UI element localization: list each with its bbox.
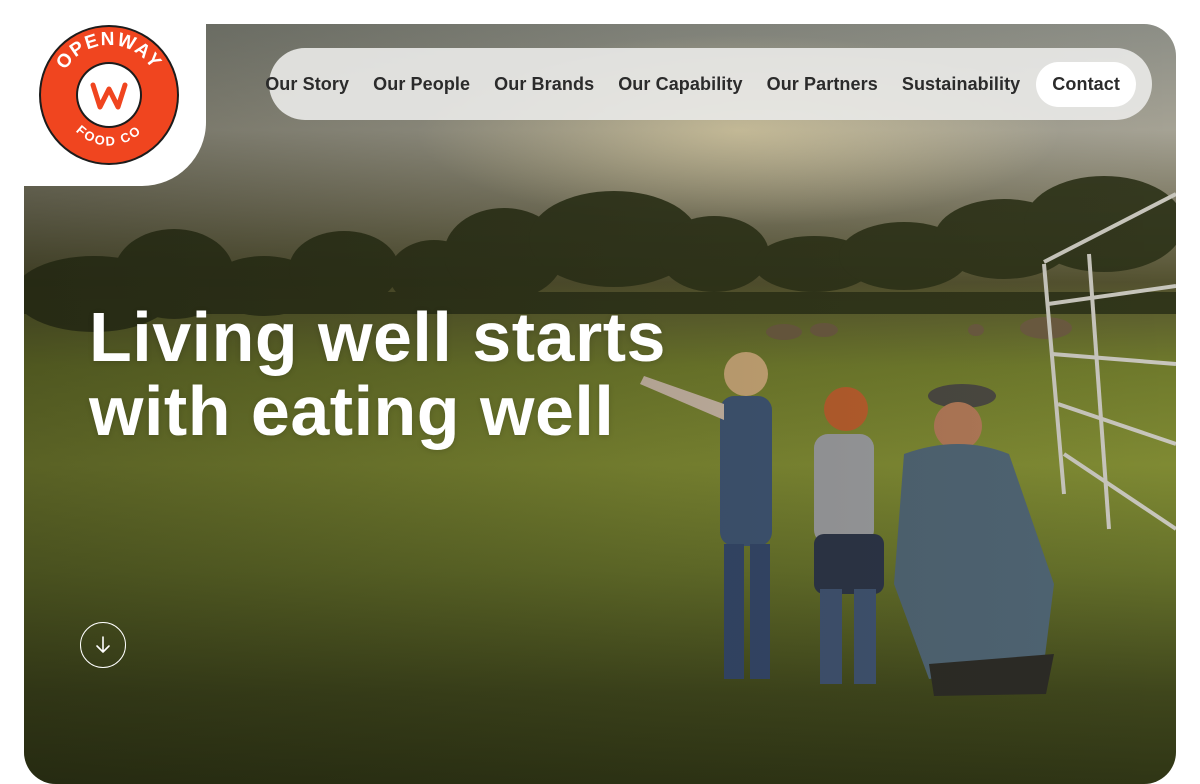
nav-item-our-people[interactable]: Our People — [361, 74, 482, 95]
openway-logo[interactable]: OPENWAY FOOD CO — [37, 23, 181, 167]
contact-button[interactable]: Contact — [1036, 61, 1136, 107]
nav-item-sustainability[interactable]: Sustainability — [890, 74, 1032, 95]
hero-headline: Living well starts with eating well — [89, 300, 666, 448]
nav-item-our-partners[interactable]: Our Partners — [755, 74, 890, 95]
headline-line-2: with eating well — [89, 372, 615, 450]
headline-line-1: Living well starts — [89, 298, 666, 376]
nav-item-our-brands[interactable]: Our Brands — [482, 74, 606, 95]
nav-item-our-capability[interactable]: Our Capability — [606, 74, 754, 95]
logo-container: OPENWAY FOOD CO — [0, 0, 206, 186]
arrow-down-icon — [96, 636, 110, 653]
nav-item-our-story[interactable]: Our Story — [253, 74, 361, 95]
main-nav: Our Story Our People Our Brands Our Capa… — [265, 48, 1152, 120]
scroll-down-button[interactable] — [80, 622, 126, 668]
